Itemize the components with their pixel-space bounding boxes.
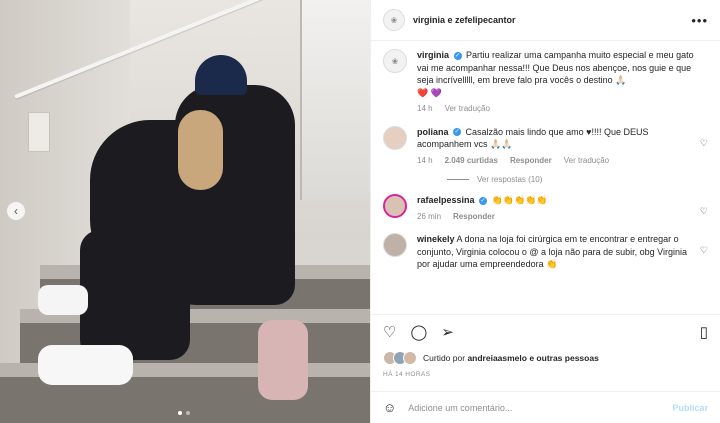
commenter-avatar[interactable] bbox=[383, 194, 407, 218]
publish-button[interactable]: Publicar bbox=[672, 403, 708, 413]
comment-icon[interactable]: ◯ bbox=[410, 323, 427, 341]
comment-username[interactable]: winekely bbox=[417, 234, 455, 244]
comment-username[interactable]: rafaelpessina bbox=[417, 195, 475, 205]
comment-text: 👏👏👏👏👏 bbox=[491, 195, 548, 205]
comment-username[interactable]: poliana bbox=[417, 127, 449, 137]
photo-window bbox=[300, 0, 370, 200]
comments-list[interactable]: ❀ virginia ✓ Partiu realizar uma campanh… bbox=[371, 41, 720, 311]
post-timestamp[interactable]: HÁ 14 HORAS bbox=[383, 371, 708, 378]
caption: ❀ virginia ✓ Partiu realizar uma campanh… bbox=[383, 49, 708, 116]
action-icons: ♡ ◯ ➢ ▯ bbox=[383, 323, 708, 341]
comment-translate-link[interactable]: Ver tradução bbox=[564, 155, 609, 168]
photo-legs bbox=[80, 230, 190, 360]
bookmark-icon[interactable]: ▯ bbox=[700, 323, 708, 341]
comment-text: A dona na loja foi cirúrgica em te encon… bbox=[417, 234, 687, 269]
comment-input[interactable] bbox=[406, 401, 673, 414]
carousel-dot bbox=[186, 411, 190, 415]
liked-by-label: Curtido por bbox=[423, 353, 466, 363]
comment: poliana ✓ Casalzão mais lindo que amo ♥!… bbox=[383, 125, 708, 168]
photo-shoe bbox=[38, 285, 88, 315]
comment-reply-link[interactable]: Responder bbox=[453, 211, 495, 224]
more-options-icon[interactable]: ••• bbox=[691, 13, 708, 28]
liker-avatars[interactable] bbox=[383, 351, 417, 365]
post-header: ❀ virginia e zefelipecantor ••• bbox=[371, 0, 720, 41]
photo-outlet bbox=[28, 112, 50, 152]
caption-username[interactable]: virginia bbox=[417, 50, 449, 60]
previous-photo-button[interactable]: ‹ bbox=[7, 202, 25, 220]
author-name[interactable]: virginia e zefelipecantor bbox=[413, 15, 516, 25]
comment-like-icon[interactable]: ♡ bbox=[700, 138, 708, 149]
verified-icon: ✓ bbox=[453, 128, 462, 137]
view-replies[interactable]: Ver respostas (10) bbox=[447, 175, 708, 184]
carousel-indicator bbox=[178, 411, 190, 415]
liker-avatar bbox=[403, 351, 417, 365]
instagram-post: ‹ ❀ virginia e zefelipecantor ••• ❀ virg… bbox=[0, 0, 720, 423]
caption-avatar[interactable]: ❀ bbox=[383, 49, 407, 73]
comment-like-icon[interactable]: ♡ bbox=[700, 206, 708, 217]
comment-reply-link[interactable]: Responder bbox=[510, 155, 552, 168]
comment-time[interactable]: 26 min bbox=[417, 211, 441, 224]
photo-shoe bbox=[38, 345, 133, 385]
caption-emoji: ❤️ 💜 bbox=[417, 87, 442, 98]
emoji-icon[interactable]: ☺ bbox=[383, 400, 396, 415]
comment-like-icon[interactable]: ♡ bbox=[700, 245, 708, 256]
carousel-dot bbox=[178, 411, 182, 415]
comment: rafaelpessina ✓ 👏👏👏👏👏 26 min Responder ♡ bbox=[383, 194, 708, 223]
post-side-panel: ❀ virginia e zefelipecantor ••• ❀ virgin… bbox=[370, 0, 720, 423]
photo-hair bbox=[178, 110, 223, 190]
post-photo[interactable]: ‹ bbox=[0, 0, 370, 423]
caption-translate-link[interactable]: Ver tradução bbox=[445, 103, 490, 116]
add-comment-bar: ☺ Publicar bbox=[371, 391, 720, 423]
comment-time[interactable]: 14 h bbox=[417, 155, 433, 168]
post-actions: ♡ ◯ ➢ ▯ Curtido por andreiaasmelo e outr… bbox=[371, 314, 720, 423]
commenter-avatar[interactable] bbox=[383, 125, 407, 150]
caption-time[interactable]: 14 h bbox=[417, 103, 433, 116]
liked-by-user[interactable]: andreiaasmelo bbox=[467, 353, 527, 363]
heart-icon[interactable]: ♡ bbox=[383, 323, 396, 341]
share-icon[interactable]: ➢ bbox=[441, 323, 454, 341]
liked-by: Curtido por andreiaasmelo e outras pesso… bbox=[383, 351, 708, 365]
comment-text: Casalzão mais lindo que amo ♥!!!! Que DE… bbox=[417, 126, 649, 150]
verified-icon: ✓ bbox=[453, 51, 462, 60]
comment-likes[interactable]: 2.049 curtidas bbox=[445, 155, 498, 168]
view-replies-label[interactable]: Ver respostas (10) bbox=[477, 175, 542, 184]
verified-icon: ✓ bbox=[479, 196, 488, 205]
comment: winekely A dona na loja foi cirúrgica em… bbox=[383, 233, 708, 271]
author-avatar[interactable]: ❀ bbox=[383, 9, 405, 31]
commenter-avatar[interactable] bbox=[383, 233, 407, 257]
liked-by-rest[interactable]: e outras pessoas bbox=[529, 353, 598, 363]
replies-divider bbox=[447, 179, 469, 180]
photo-shoe bbox=[258, 320, 308, 400]
